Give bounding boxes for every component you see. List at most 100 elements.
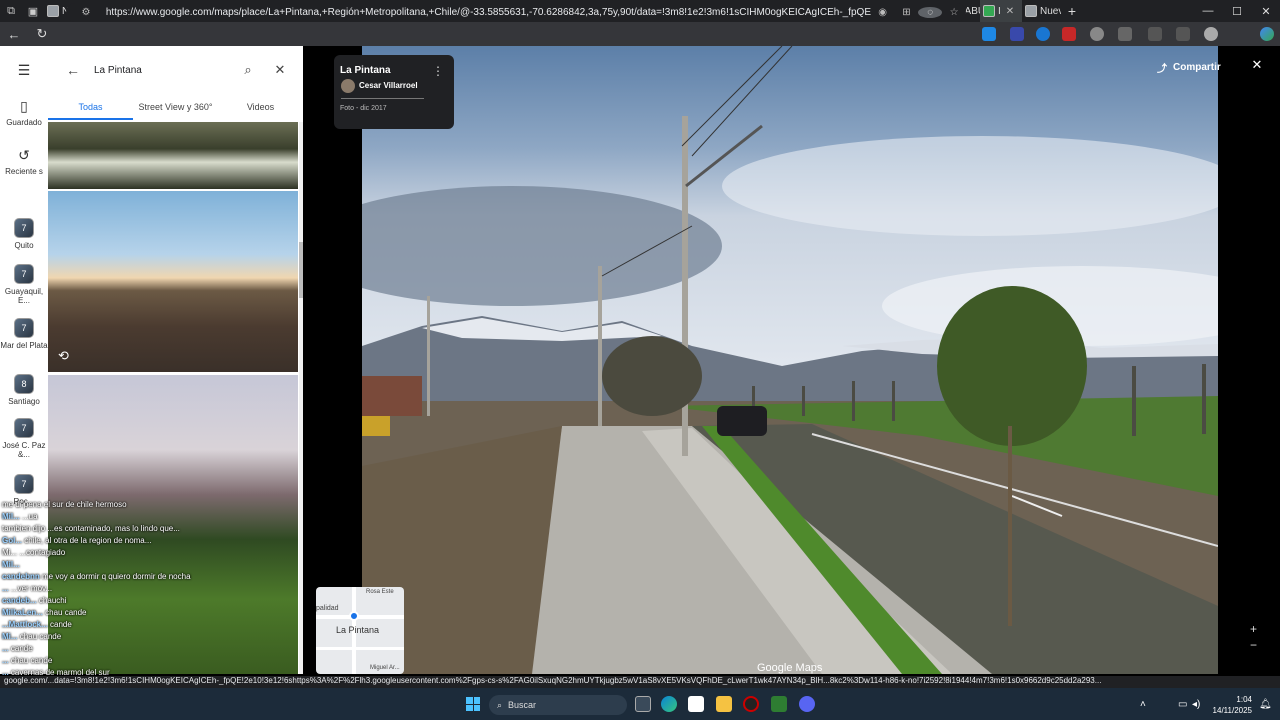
recent-place-item[interactable]: 7 Guayaquil, E... <box>0 264 48 305</box>
saved-button[interactable]: ▯ Guardado <box>0 98 48 127</box>
search-input[interactable]: La Pintana <box>86 65 232 76</box>
tab-favicon-icon <box>1025 5 1037 17</box>
close-window-icon[interactable]: ✕ <box>1251 0 1280 22</box>
notifications-icon[interactable]: 🔔︎ <box>1259 699 1272 710</box>
chat-message: Mil... <box>2 560 20 569</box>
chat-username: Mil... <box>2 560 20 569</box>
chat-username: ... <box>2 644 9 653</box>
extension-icon[interactable] <box>1010 27 1024 41</box>
place-label: Quito <box>14 241 34 250</box>
chat-text: cande <box>10 644 33 653</box>
app-icon[interactable] <box>771 696 787 712</box>
tab-all[interactable]: Todas <box>48 96 133 120</box>
bookmark-icon: ▯ <box>20 98 28 114</box>
extension-icon[interactable] <box>1036 27 1050 41</box>
chat-text: chile, al otra de la region de noma... <box>24 536 152 545</box>
taskbar-clock[interactable]: 1:04 14/11/2025 <box>1206 694 1252 716</box>
back-arrow-icon[interactable]: ← <box>60 62 86 78</box>
photo-thumbnail[interactable]: ⟲ <box>48 191 298 372</box>
close-viewer-icon[interactable]: ✕ <box>1247 57 1267 73</box>
discord-icon[interactable] <box>799 696 815 712</box>
url-box[interactable]: ⚙ https://www.google.com/maps/place/La+P… <box>66 3 966 22</box>
taskbar-search[interactable]: ⌕ Buscar <box>489 695 627 715</box>
tab-favicon-icon <box>47 5 59 17</box>
place-thumbnail: 8 <box>14 374 34 394</box>
recent-place-item[interactable]: 7 José C. Paz &... <box>0 418 48 459</box>
tab-actions-icon[interactable]: ▣ <box>22 0 44 22</box>
chat-message: tambien dijo ...es contaminado, mas lo l… <box>2 524 180 533</box>
street-view-photo[interactable] <box>362 46 1218 674</box>
chat-message: ... ...ver mov... <box>2 584 52 593</box>
back-icon[interactable]: ← <box>0 22 28 46</box>
place-thumbnail: 7 <box>14 418 34 438</box>
share-label: Compartir <box>1173 61 1221 73</box>
extension-icon[interactable] <box>1090 27 1104 41</box>
url-text[interactable]: https://www.google.com/maps/place/La+Pin… <box>106 7 871 18</box>
search-box[interactable]: ← La Pintana ⌕ ✕ <box>60 56 296 84</box>
task-view-icon[interactable] <box>635 696 651 712</box>
file-explorer-icon[interactable] <box>716 696 732 712</box>
chat-text: Mi... ...contagiado <box>2 548 66 557</box>
network-icon[interactable]: ▭ <box>1178 699 1187 710</box>
clear-search-icon[interactable]: ✕ <box>264 62 296 78</box>
maximize-window-icon[interactable]: ☐ <box>1222 0 1252 22</box>
minimap[interactable]: Rosa Este palidad La Pintana Miguel Ar..… <box>316 587 404 674</box>
minimize-window-icon[interactable]: — <box>1193 0 1223 22</box>
tab-street-view-360[interactable]: Street View y 360° <box>133 96 218 120</box>
recent-button[interactable]: ↺ Reciente s <box>0 147 48 176</box>
favorites-icon[interactable] <box>1176 27 1190 41</box>
zoom-out-button[interactable]: − <box>1250 638 1257 652</box>
edge-browser-icon[interactable] <box>661 696 677 712</box>
menu-icon[interactable]: ☰ <box>0 62 48 82</box>
recent-place-item[interactable]: 8 Santiago <box>0 374 48 406</box>
chat-message: MilkaLen... chau cande <box>2 608 87 617</box>
location-icon[interactable]: ◉ <box>871 7 895 18</box>
browser-profile-icon[interactable]: ⧉ <box>0 0 22 22</box>
install-app-icon[interactable]: ⊞ <box>895 7 919 18</box>
profile-avatar-icon[interactable] <box>1204 27 1218 41</box>
street-view-viewer[interactable]: ‹ › Google Maps <box>303 46 1280 704</box>
place-thumbnail: 7 <box>14 218 34 238</box>
chat-username: Mil... <box>2 512 20 521</box>
share-button[interactable]: ⤴ Compartir <box>1157 56 1221 78</box>
chat-message: ...Mattlock... cande <box>2 620 72 629</box>
close-tab-icon[interactable]: ✕ <box>1006 6 1014 17</box>
tab-videos[interactable]: Videos <box>218 96 303 120</box>
zoom-in-button[interactable]: + <box>1250 622 1257 636</box>
recent-place-item[interactable]: 7 Quito <box>0 218 48 250</box>
results-tabs: Todas Street View y 360° Videos <box>48 96 303 120</box>
extensions-puzzle-icon[interactable] <box>1118 27 1132 41</box>
more-options-icon[interactable]: ⋮ <box>432 64 444 78</box>
recent-place-item[interactable]: 7 Mar del Plata <box>0 318 48 350</box>
extension-icon[interactable] <box>982 27 996 41</box>
place-thumbnail: 7 <box>14 318 34 338</box>
store-icon[interactable] <box>688 696 704 712</box>
chat-text: chauchi <box>38 596 67 605</box>
photo-thumbnail[interactable] <box>48 122 298 189</box>
place-thumbnail: 7 <box>14 474 34 494</box>
site-info-icon[interactable]: ⚙ <box>74 7 98 18</box>
volume-icon[interactable]: ◂) <box>1192 699 1200 710</box>
copilot-icon[interactable] <box>1260 27 1274 41</box>
browser-tab[interactable]: Nuev <box>1022 0 1061 22</box>
reload-icon[interactable]: ↻ <box>28 22 56 46</box>
search-icon: ⌕ <box>497 699 503 710</box>
new-tab-icon[interactable]: + <box>1061 0 1083 22</box>
taskbar-search-label: Buscar <box>508 700 537 710</box>
show-hidden-icons[interactable]: ˄ <box>1140 699 1146 710</box>
extension-icon[interactable] <box>1062 27 1076 41</box>
tab-title: I <box>998 5 1001 17</box>
start-icon[interactable] <box>466 697 480 711</box>
tracking-protection-icon[interactable]: ◌ <box>918 7 943 18</box>
bookmark-star-icon[interactable]: ☆ <box>942 7 966 18</box>
browser-tab[interactable]: I ✕ <box>980 0 1022 22</box>
split-view-icon[interactable] <box>1148 27 1162 41</box>
chat-text: ...ver mov... <box>10 584 53 593</box>
chat-text: tambien dijo ...es contaminado, mas lo l… <box>2 524 180 533</box>
search-icon[interactable]: ⌕ <box>232 62 264 78</box>
author-name[interactable]: Cesar Villarroel <box>359 81 418 90</box>
app-icon[interactable] <box>743 696 759 712</box>
chat-username: Gol... <box>2 536 22 545</box>
minimap-place-label: La Pintana <box>336 625 380 635</box>
author-avatar[interactable] <box>341 79 355 93</box>
